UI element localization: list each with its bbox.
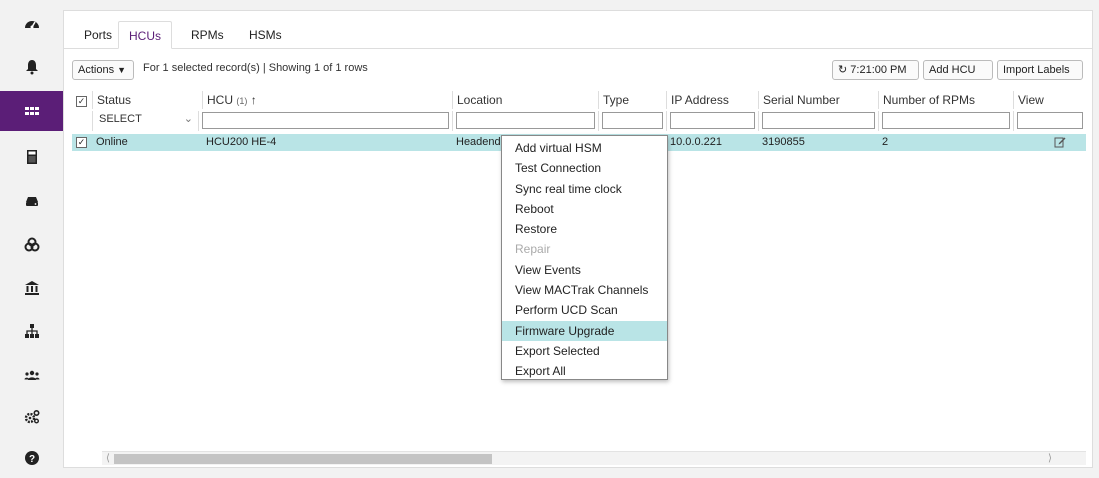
column-header-serial-number[interactable]: Serial Number [758, 91, 878, 109]
column-header-type[interactable]: Type [598, 91, 666, 109]
context-menu: Add virtual HSM Test Connection Sync rea… [501, 135, 668, 380]
sort-up-icon: ↑ [250, 93, 257, 107]
column-header-number-of-rpms[interactable]: Number of RPMs [878, 91, 1013, 109]
menu-item-view-mactrak-channels[interactable]: View MACTrak Channels [502, 280, 667, 300]
rpms-filter-input[interactable] [878, 111, 1013, 131]
edit-icon[interactable] [1013, 134, 1086, 151]
cogs-icon[interactable] [0, 397, 63, 437]
row-serial-number: 3190855 [762, 136, 805, 148]
refresh-time: 7:21:00 PM [850, 64, 907, 76]
tab-hsms[interactable]: HSMs [239, 21, 292, 49]
scrollbar-thumb[interactable] [114, 454, 492, 464]
toolbar: Actions ▼ For 1 selected record(s) | Sho… [72, 59, 1086, 81]
tab-hcus[interactable]: HCUs [118, 21, 172, 49]
row-number-of-rpms: 2 [882, 136, 889, 148]
tab-rpms[interactable]: RPMs [181, 21, 234, 49]
sort-order: (1) [236, 96, 248, 106]
svg-text:?: ? [28, 454, 34, 465]
chevron-down-icon: ⌄ [183, 113, 193, 125]
select-all-checkbox[interactable]: ✓ [72, 91, 92, 109]
caret-down-icon: ▼ [117, 65, 127, 75]
menu-item-export-selected[interactable]: Export Selected [502, 341, 667, 361]
row-hcu: HCU200 HE-4 [206, 136, 277, 148]
actions-dropdown[interactable]: Actions ▼ [72, 60, 134, 80]
biohazard-icon[interactable] [0, 225, 63, 265]
hcu-header-label: HCU [207, 93, 233, 107]
selection-status: For 1 selected record(s) | Showing 1 of … [143, 62, 368, 74]
type-filter-input[interactable] [598, 111, 666, 131]
status-filter-select[interactable]: SELECT ⌄ [92, 111, 198, 131]
menu-item-repair: Repair [515, 242, 551, 257]
dashboard-icon[interactable] [0, 4, 63, 44]
column-header-status[interactable]: Status [92, 91, 198, 109]
column-header-location[interactable]: Location [452, 91, 598, 109]
row-status: Online [96, 136, 128, 148]
row-checkbox[interactable]: ✓ [72, 134, 92, 151]
hcu-filter-input[interactable] [198, 111, 452, 131]
bell-icon[interactable] [0, 47, 63, 87]
scroll-left-icon[interactable]: ⟨ [102, 452, 114, 466]
scroll-right-icon[interactable]: ⟩ [1044, 452, 1056, 466]
menu-item-export-all[interactable]: Export All [502, 361, 667, 381]
menu-item-restore[interactable]: Restore [502, 219, 667, 239]
menu-item-reboot[interactable]: Reboot [502, 199, 667, 219]
refresh-button[interactable]: ↻ 7:21:00 PM [832, 60, 919, 80]
location-filter-input[interactable] [452, 111, 598, 131]
sidebar: ? [0, 0, 63, 474]
tab-bar: Ports HCUs RPMs HSMs [64, 11, 1092, 49]
sitemap-icon[interactable] [0, 311, 63, 351]
calculator-icon[interactable] [0, 137, 63, 177]
menu-item-firmware-upgrade[interactable]: Firmware Upgrade [502, 320, 667, 341]
column-header-view: View [1013, 91, 1086, 109]
ip-filter-input[interactable] [666, 111, 758, 131]
horizontal-scrollbar[interactable]: ⟨ ⟩ [102, 451, 1086, 465]
menu-item-perform-ucd-scan[interactable]: Perform UCD Scan [502, 300, 667, 320]
import-labels-button[interactable]: Import Labels [997, 60, 1083, 80]
bank-icon[interactable] [0, 268, 63, 308]
hard-drive-icon[interactable] [0, 181, 63, 221]
row-ip-address: 10.0.0.221 [670, 136, 722, 148]
help-icon[interactable]: ? [0, 438, 63, 478]
menu-item-sync-real-time-clock[interactable]: Sync real time clock [502, 179, 667, 199]
actions-label: Actions [78, 64, 115, 76]
menu-item-view-events[interactable]: View Events [502, 260, 667, 280]
menu-item-add-virtual-hsm[interactable]: Add virtual HSM [502, 138, 667, 158]
column-header-ip-address[interactable]: IP Address [666, 91, 758, 109]
users-icon[interactable] [0, 355, 63, 395]
serial-filter-input[interactable] [758, 111, 878, 131]
tab-ports[interactable]: Ports [74, 21, 122, 49]
add-hcu-button[interactable]: Add HCU [923, 60, 993, 80]
status-filter-value: SELECT [99, 113, 142, 125]
refresh-icon: ↻ [838, 64, 848, 76]
view-filter-input[interactable] [1013, 111, 1086, 131]
menu-item-test-connection[interactable]: Test Connection [502, 158, 667, 178]
column-header-hcu[interactable]: HCU (1) ↑ [202, 91, 452, 109]
grid-icon[interactable] [0, 91, 63, 131]
